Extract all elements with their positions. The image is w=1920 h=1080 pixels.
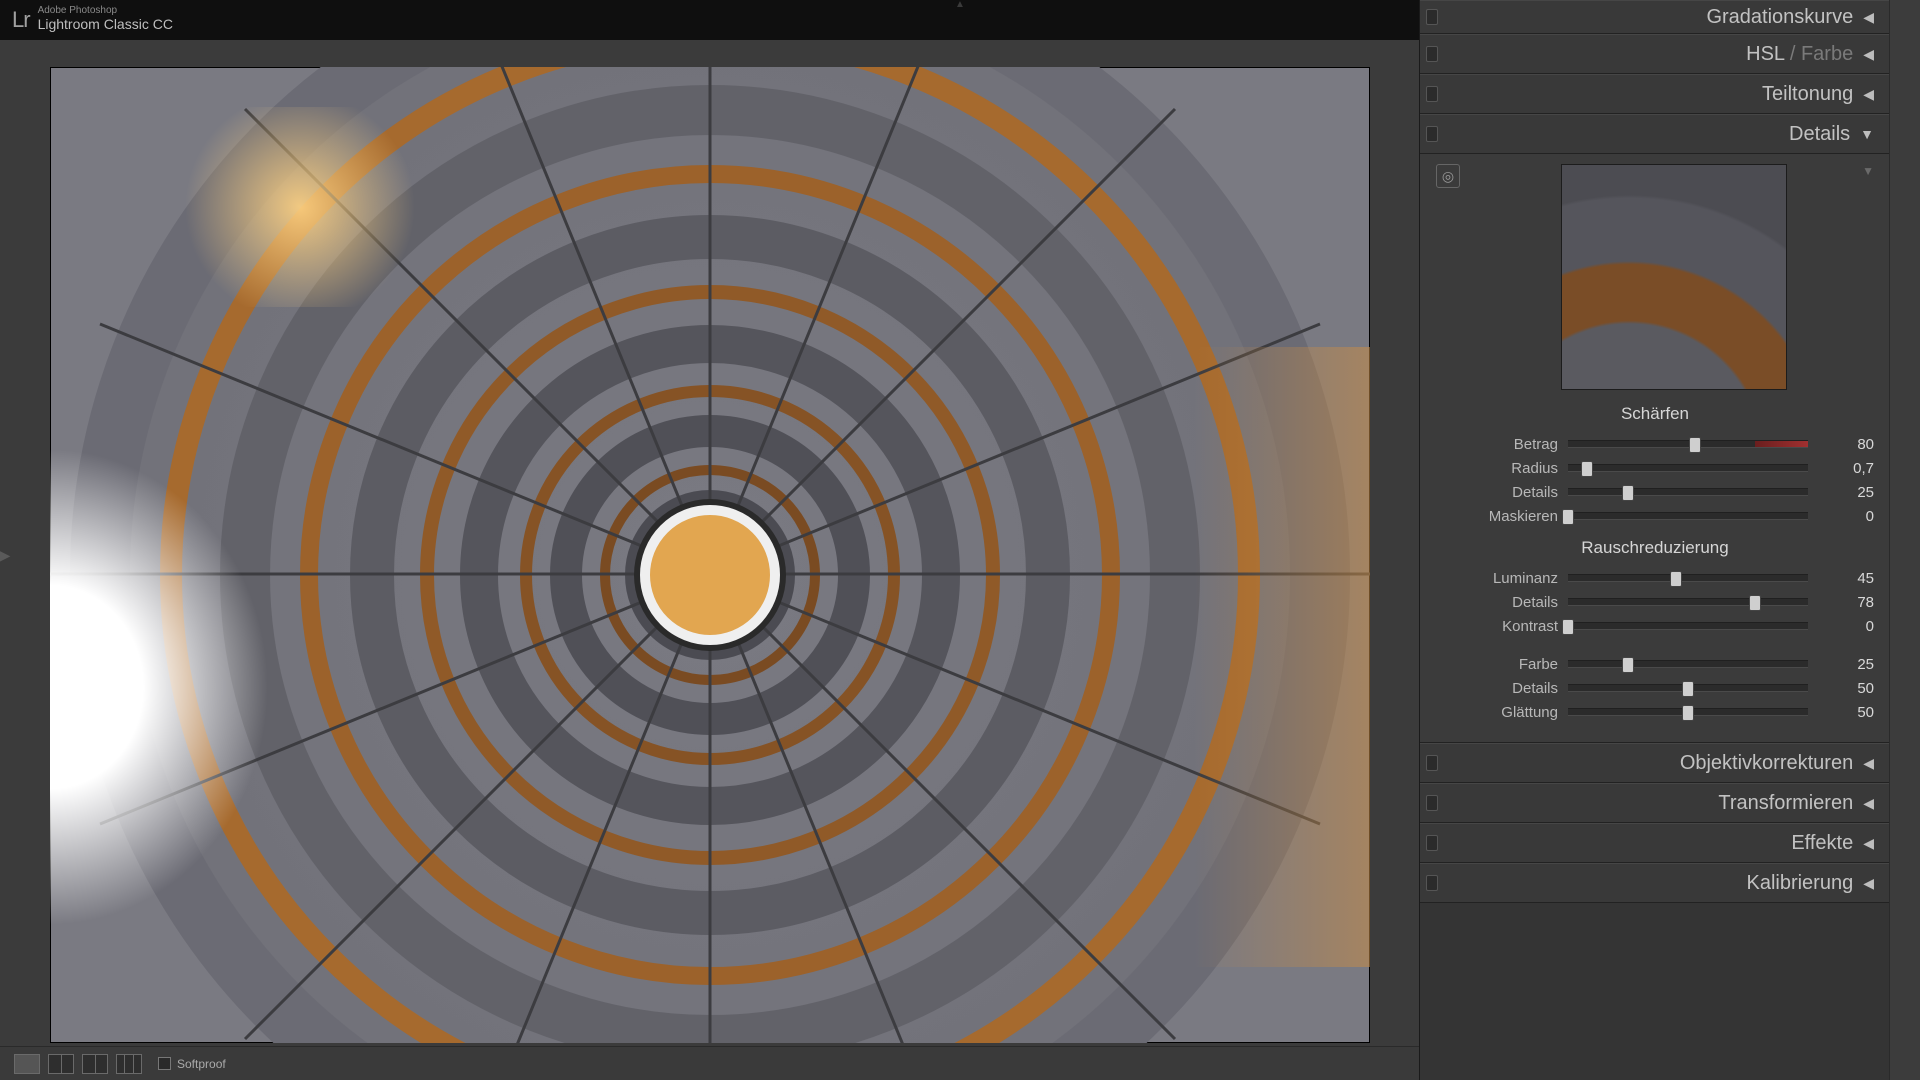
panel-header-lenscorr[interactable]: Objektivkorrekturen ◀ <box>1420 743 1890 783</box>
slider-track[interactable] <box>1568 464 1808 472</box>
panel-header-splittoning[interactable]: Teiltonung ◀ <box>1420 74 1890 114</box>
disclosure-left-icon[interactable]: ◀ <box>1863 46 1874 63</box>
slider-sharpen-amount[interactable]: Betrag 80 <box>1436 432 1874 456</box>
panel-header-calibration[interactable]: Kalibrierung ◀ <box>1420 863 1890 903</box>
slider-label: Details <box>1436 594 1568 611</box>
panel-body-details: ◎ ▼ Schärfen Betrag 80 Radius 0,7 Detail… <box>1420 154 1890 743</box>
slider-label: Betrag <box>1436 436 1568 453</box>
group-title-sharpen: Schärfen <box>1436 404 1874 424</box>
panel-switch-icon[interactable] <box>1426 126 1438 142</box>
slider-value[interactable]: 25 <box>1808 656 1874 673</box>
softproof-label: Softproof <box>177 1057 226 1071</box>
panel-switch-icon[interactable] <box>1426 46 1438 62</box>
slider-value[interactable]: 80 <box>1808 436 1874 453</box>
disclosure-left-icon[interactable]: ◀ <box>1863 875 1874 892</box>
slider-sharpen-radius[interactable]: Radius 0,7 <box>1436 456 1874 480</box>
slider-track[interactable] <box>1568 598 1808 606</box>
slider-value[interactable]: 50 <box>1808 680 1874 697</box>
panel-scrollrail[interactable] <box>1889 0 1920 1080</box>
disclosure-left-icon[interactable]: ◀ <box>1863 9 1874 26</box>
disclosure-down-icon[interactable]: ▼ <box>1860 126 1874 142</box>
slider-label: Details <box>1436 680 1568 697</box>
panel-title: Kalibrierung <box>1746 872 1853 895</box>
panel-switch-icon[interactable] <box>1426 9 1438 25</box>
detail-preview-disclosure-icon[interactable]: ▼ <box>1862 164 1874 178</box>
slider-track[interactable] <box>1568 684 1808 692</box>
develop-sidepanel: Gradationskurve ◀ HSL / Farbe ◀ Teiltonu… <box>1419 0 1920 1080</box>
app-logo: Lr <box>12 7 30 33</box>
panel-header-hsl[interactable]: HSL / Farbe ◀ <box>1420 34 1890 74</box>
panel-title: Effekte <box>1791 832 1853 855</box>
panel-switch-icon[interactable] <box>1426 795 1438 811</box>
slider-value[interactable]: 45 <box>1808 570 1874 587</box>
slider-value[interactable]: 50 <box>1808 704 1874 721</box>
softproof-checkbox-icon[interactable] <box>158 1057 171 1070</box>
app-brand: Lightroom Classic CC <box>38 16 173 32</box>
app-brand-small: Adobe Photoshop <box>38 6 173 16</box>
slider-label: Glättung <box>1436 704 1568 721</box>
hsl-title-post: Farbe <box>1801 43 1853 65</box>
slider-label: Radius <box>1436 460 1568 477</box>
view-loupe-button[interactable] <box>14 1054 40 1074</box>
slider-noise-color[interactable]: Farbe 25 <box>1436 652 1874 676</box>
panel-header-effects[interactable]: Effekte ◀ <box>1420 823 1890 863</box>
app-brand-block: Adobe Photoshop Lightroom Classic CC <box>38 6 173 34</box>
disclosure-left-icon[interactable]: ◀ <box>1863 835 1874 852</box>
slider-value[interactable]: 78 <box>1808 594 1874 611</box>
slider-noise-luminance[interactable]: Luminanz 45 <box>1436 566 1874 590</box>
slider-track[interactable] <box>1568 440 1808 448</box>
image-stage <box>0 40 1420 1070</box>
panel-title: HSL / Farbe <box>1746 43 1853 66</box>
bottom-toolbar: Softproof <box>0 1046 1420 1080</box>
slider-track[interactable] <box>1568 512 1808 520</box>
slider-sharpen-detail[interactable]: Details 25 <box>1436 480 1874 504</box>
panel-header-transform[interactable]: Transformieren ◀ <box>1420 783 1890 823</box>
panel-collapse-top-icon[interactable]: ▲ <box>955 0 965 10</box>
panel-switch-icon[interactable] <box>1426 86 1438 102</box>
detail-preview-thumb[interactable] <box>1561 164 1787 390</box>
slider-track[interactable] <box>1568 574 1808 582</box>
slider-noise-color-detail[interactable]: Details 50 <box>1436 676 1874 700</box>
panel-title: Details <box>1789 123 1850 146</box>
panel-title: Gradationskurve <box>1706 6 1853 29</box>
slider-sharpen-mask[interactable]: Maskieren 0 <box>1436 504 1874 528</box>
slider-noise-lum-detail[interactable]: Details 78 <box>1436 590 1874 614</box>
panel-switch-icon[interactable] <box>1426 835 1438 851</box>
hsl-title-pre: HSL <box>1746 43 1784 65</box>
preview-image[interactable] <box>50 67 1370 1043</box>
slider-noise-color-smooth[interactable]: Glättung 50 <box>1436 700 1874 724</box>
panel-title: Transformieren <box>1718 792 1853 815</box>
slider-label: Kontrast <box>1436 618 1568 635</box>
slider-label: Luminanz <box>1436 570 1568 587</box>
slider-track[interactable] <box>1568 622 1808 630</box>
view-reference-button[interactable] <box>116 1054 142 1074</box>
slider-track[interactable] <box>1568 660 1808 668</box>
view-compare-button[interactable] <box>48 1054 74 1074</box>
slider-value[interactable]: 0,7 <box>1808 460 1874 477</box>
panel-switch-icon[interactable] <box>1426 875 1438 891</box>
expand-left-panel-icon[interactable]: ▶ <box>0 540 10 570</box>
slider-track[interactable] <box>1568 708 1808 716</box>
hsl-title-sep: / <box>1784 43 1801 65</box>
disclosure-left-icon[interactable]: ◀ <box>1863 755 1874 772</box>
group-title-noise: Rauschreduzierung <box>1436 538 1874 558</box>
slider-label: Farbe <box>1436 656 1568 673</box>
softproof-toggle[interactable]: Softproof <box>158 1057 226 1071</box>
slider-track[interactable] <box>1568 488 1808 496</box>
slider-label: Maskieren <box>1436 508 1568 525</box>
disclosure-left-icon[interactable]: ◀ <box>1863 86 1874 103</box>
slider-value[interactable]: 0 <box>1808 508 1874 525</box>
slider-value[interactable]: 25 <box>1808 484 1874 501</box>
slider-label: Details <box>1436 484 1568 501</box>
panel-header-tonecurve[interactable]: Gradationskurve ◀ <box>1420 0 1890 34</box>
view-survey-button[interactable] <box>82 1054 108 1074</box>
panel-header-details[interactable]: Details ▼ <box>1420 114 1890 154</box>
panel-title: Objektivkorrekturen <box>1680 752 1853 775</box>
panel-title: Teiltonung <box>1762 83 1853 106</box>
detail-target-picker-icon[interactable]: ◎ <box>1436 164 1460 188</box>
disclosure-left-icon[interactable]: ◀ <box>1863 795 1874 812</box>
panel-switch-icon[interactable] <box>1426 755 1438 771</box>
slider-value[interactable]: 0 <box>1808 618 1874 635</box>
slider-noise-lum-contrast[interactable]: Kontrast 0 <box>1436 614 1874 638</box>
